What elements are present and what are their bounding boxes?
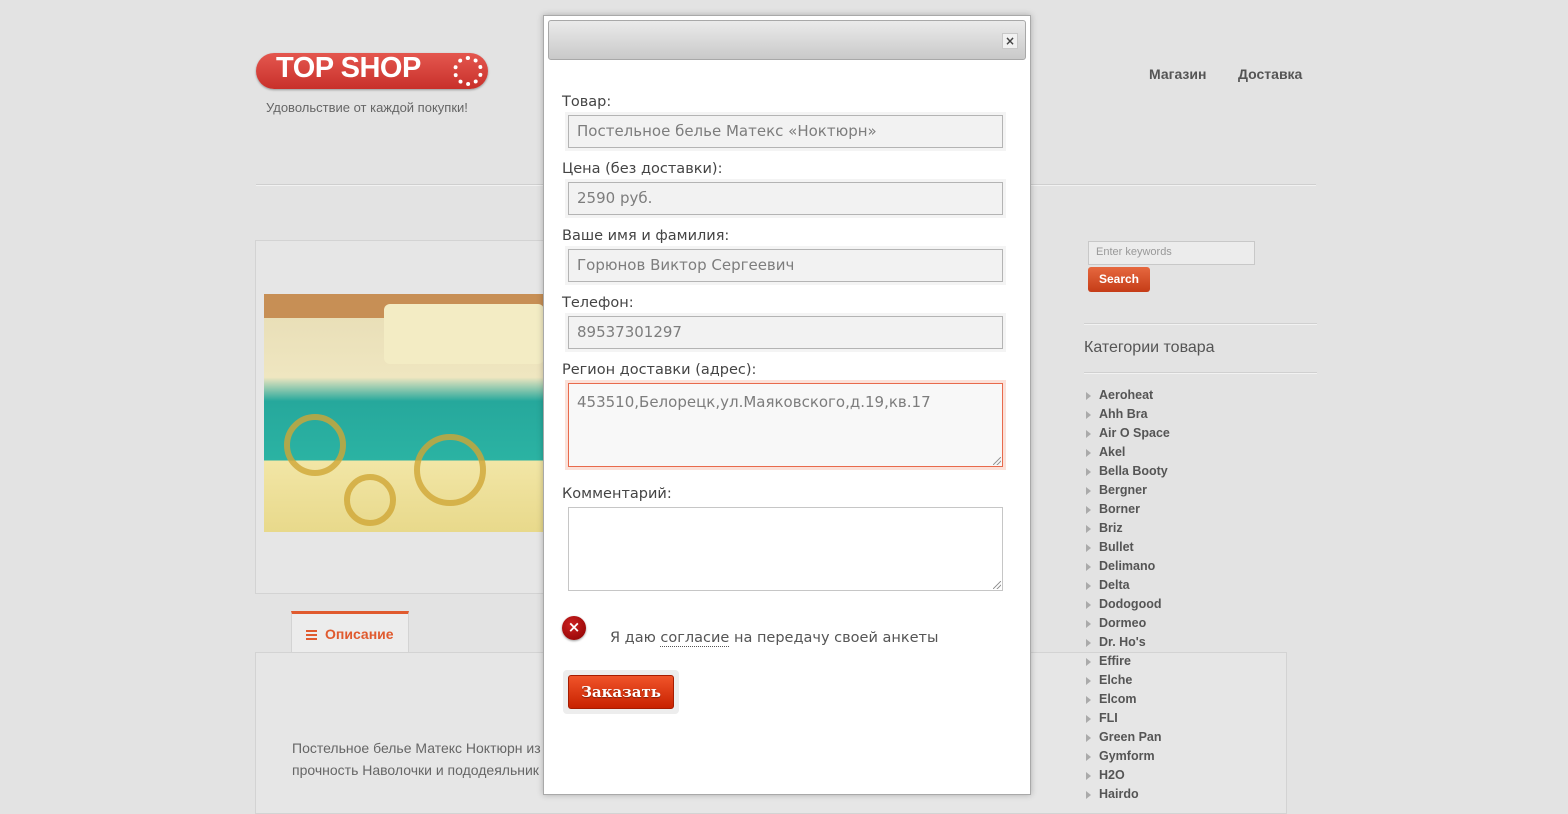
category-link[interactable]: Briz [1084,519,1170,538]
price-field[interactable]: 2590 руб. [568,182,1003,215]
nav-shop[interactable]: Магазин [1149,66,1206,82]
category-link[interactable]: Akel [1084,443,1170,462]
category-link[interactable]: Green Pan [1084,728,1170,747]
address-value: 453510,Белорецк,ул.Маяковского,д.19,кв.1… [577,393,931,411]
pattern-swirl [344,474,396,526]
category-link[interactable]: Gymform [1084,747,1170,766]
category-link[interactable]: Effire [1084,652,1170,671]
category-link[interactable]: Dormeo [1084,614,1170,633]
category-link[interactable]: H2O [1084,766,1170,785]
consent-text: Я даю согласие на передачу своей анкеты [610,630,939,647]
logo-text: TOP SHOP [276,52,421,84]
category-link[interactable]: Bergner [1084,481,1170,500]
consent-prefix: Я даю [610,630,661,646]
address-textarea[interactable]: 453510,Белорецк,ул.Маяковского,д.19,кв.1… [568,383,1003,467]
category-link[interactable]: Elche [1084,671,1170,690]
consent-suffix: на передачу своей анкеты [729,630,939,646]
order-button[interactable]: Заказать [568,675,674,709]
nav-delivery[interactable]: Доставка [1238,66,1302,82]
name-field[interactable]: Горюнов Виктор Сергеевич [568,249,1003,282]
sidebar-divider [1084,372,1317,374]
category-link[interactable]: Delta [1084,576,1170,595]
product-label: Товар: [562,94,612,110]
name-label: Ваше имя и фамилия: [562,228,730,244]
pattern-swirl [414,434,486,506]
sidebar-divider [1084,323,1317,325]
pattern-swirl [284,414,346,476]
close-icon[interactable]: × [1002,33,1018,49]
list-icon [306,630,317,641]
phone-label: Телефон: [562,295,634,311]
search-input[interactable]: Enter keywords [1088,241,1255,265]
modal-titlebar[interactable]: × [548,20,1026,60]
logo[interactable]: TOP SHOP [256,50,490,90]
category-link[interactable]: Air O Space [1084,424,1170,443]
address-label: Регион доставки (адрес): [562,362,757,378]
category-link[interactable]: Elcom [1084,690,1170,709]
comment-label: Комментарий: [562,486,672,502]
logo-ring-icon [453,56,483,86]
product-image[interactable] [264,294,546,532]
category-link[interactable]: Dodogood [1084,595,1170,614]
category-link[interactable]: Hairdo [1084,785,1170,804]
category-link[interactable]: Bullet [1084,538,1170,557]
resize-grip-icon[interactable] [993,581,1001,589]
tab-description[interactable]: Описание [291,611,409,652]
consent-checkbox-error-icon[interactable]: × [562,616,586,640]
search-button[interactable]: Search [1088,267,1150,292]
category-link[interactable]: Ahh Bra [1084,405,1170,424]
product-field[interactable]: Постельное белье Матекс «Ноктюрн» [568,115,1003,148]
category-link[interactable]: Borner [1084,500,1170,519]
category-link[interactable]: FLI [1084,709,1170,728]
tagline: Удовольствие от каждой покупки! [266,100,468,115]
tab-description-label: Описание [325,626,394,642]
category-link[interactable]: Aeroheat [1084,386,1170,405]
pillow-shape [384,304,544,364]
category-link[interactable]: Dr. Ho's [1084,633,1170,652]
comment-textarea[interactable] [568,507,1003,591]
category-link[interactable]: Delimano [1084,557,1170,576]
resize-grip-icon[interactable] [993,457,1001,465]
categories-title: Категории товара [1084,339,1215,356]
category-list: Aeroheat Ahh Bra Air O Space Akel Bella … [1084,386,1170,804]
price-label: Цена (без доставки): [562,161,723,177]
consent-link[interactable]: согласие [660,630,730,647]
category-link[interactable]: Bella Booty [1084,462,1170,481]
phone-field[interactable]: 89537301297 [568,316,1003,349]
